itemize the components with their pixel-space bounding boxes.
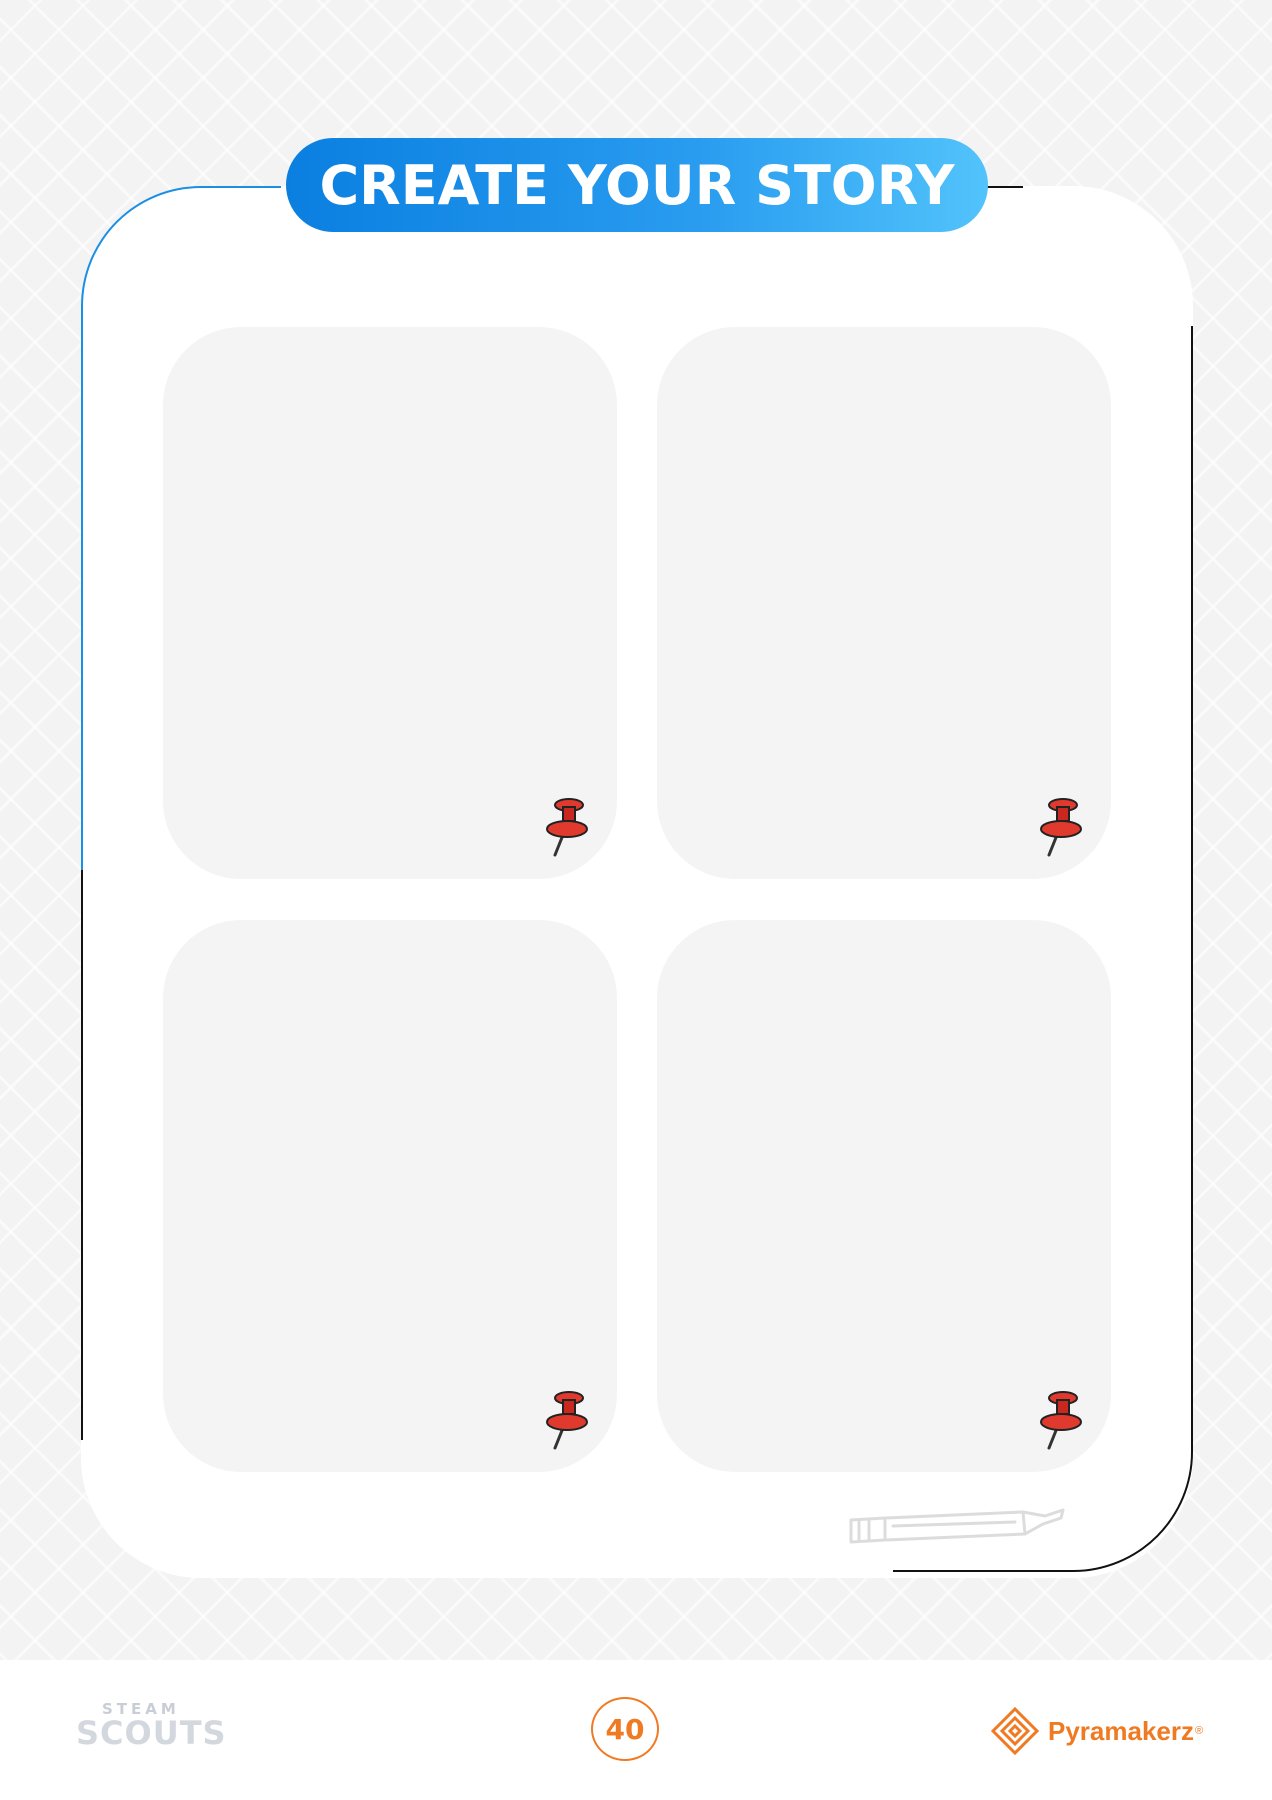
pyramakerz-logo: Pyramakerz ® xyxy=(990,1703,1210,1759)
pencil-icon xyxy=(849,1508,1065,1544)
pushpin-icon xyxy=(1040,798,1082,857)
logo-main-word: SCOUTS xyxy=(76,1714,227,1752)
pyramid-diamond-icon xyxy=(990,1706,1040,1756)
pushpin-icon xyxy=(1040,1391,1082,1450)
registered-mark: ® xyxy=(1195,1725,1204,1737)
card-border-right xyxy=(1191,326,1193,1246)
story-panel-1[interactable] xyxy=(163,327,617,879)
story-panel-2[interactable] xyxy=(657,327,1111,879)
page-number: 40 xyxy=(591,1697,659,1761)
worksheet-page: { "page": { "title": "CREATE YOUR STORY"… xyxy=(0,0,1272,1800)
card-border-left xyxy=(81,870,83,1440)
card-border-top-right xyxy=(985,186,1023,188)
brand-name: Pyramakerz xyxy=(1048,1715,1194,1746)
story-panel-4[interactable] xyxy=(657,920,1111,1472)
pushpin-icon xyxy=(546,798,588,857)
pushpin-icon xyxy=(546,1391,588,1450)
steam-scouts-logo: STEAM SCOUTS xyxy=(72,1700,226,1756)
title-banner: CREATE YOUR STORY xyxy=(286,138,988,232)
story-panel-3[interactable] xyxy=(163,920,617,1472)
page-title: CREATE YOUR STORY xyxy=(319,153,955,217)
